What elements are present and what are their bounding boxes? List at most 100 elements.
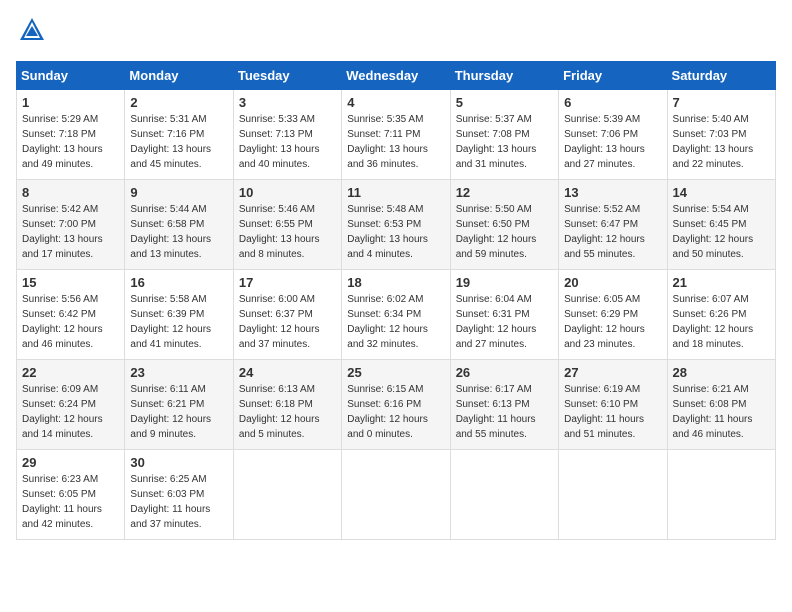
- day-number: 11: [347, 185, 444, 200]
- calendar-cell: 10Sunrise: 5:46 AMSunset: 6:55 PMDayligh…: [233, 180, 341, 270]
- day-number: 15: [22, 275, 119, 290]
- calendar-cell: 16 Sunrise: 5:58 AMSunset: 6:39 PMDayligh…: [125, 270, 233, 360]
- calendar-cell: 25 Sunrise: 6:15 AMSunset: 6:16 PMDayligh…: [342, 360, 450, 450]
- day-info: Sunrise: 6:07 AMSunset: 6:26 PMDaylight:…: [673, 294, 754, 350]
- day-number: 17: [239, 275, 336, 290]
- day-info: Sunrise: 6:05 AMSunset: 6:29 PMDaylight:…: [564, 294, 645, 350]
- day-number: 9: [130, 185, 227, 200]
- day-info: Sunrise: 5:56 AMSunset: 6:42 PMDaylight:…: [22, 294, 103, 350]
- day-number: 25: [347, 365, 444, 380]
- day-info: Sunrise: 6:13 AMSunset: 6:18 PMDaylight:…: [239, 384, 320, 440]
- day-info: Sunrise: 5:58 AMSunset: 6:39 PMDaylight:…: [130, 294, 211, 350]
- day-info: Sunrise: 5:29 AMSunset: 7:18 PMDaylight:…: [22, 114, 103, 170]
- day-number: 4: [347, 95, 444, 110]
- day-number: 16: [130, 275, 227, 290]
- day-number: 3: [239, 95, 336, 110]
- calendar-table: SundayMondayTuesdayWednesdayThursdayFrid…: [16, 61, 776, 540]
- day-info: Sunrise: 6:25 AMSunset: 6:03 PMDaylight:…: [130, 474, 210, 530]
- calendar-cell: 22Sunrise: 6:09 AMSunset: 6:24 PMDayligh…: [17, 360, 125, 450]
- calendar-cell: 30 Sunrise: 6:25 AMSunset: 6:03 PMDayligh…: [125, 450, 233, 540]
- day-info: Sunrise: 5:35 AMSunset: 7:11 PMDaylight:…: [347, 114, 428, 170]
- calendar-cell: 7 Sunrise: 5:40 AMSunset: 7:03 PMDaylight…: [667, 90, 775, 180]
- day-number: 20: [564, 275, 661, 290]
- day-info: Sunrise: 5:44 AMSunset: 6:58 PMDaylight:…: [130, 204, 211, 260]
- day-number: 14: [673, 185, 770, 200]
- day-number: 26: [456, 365, 553, 380]
- day-number: 13: [564, 185, 661, 200]
- calendar-cell: 6 Sunrise: 5:39 AMSunset: 7:06 PMDaylight…: [559, 90, 667, 180]
- calendar-week-row: 1 Sunrise: 5:29 AMSunset: 7:18 PMDaylight…: [17, 90, 776, 180]
- calendar-cell: 2Sunrise: 5:31 AMSunset: 7:16 PMDaylight…: [125, 90, 233, 180]
- day-info: Sunrise: 6:02 AMSunset: 6:34 PMDaylight:…: [347, 294, 428, 350]
- page-header: [16, 16, 776, 49]
- day-number: 12: [456, 185, 553, 200]
- calendar-cell: 27 Sunrise: 6:19 AMSunset: 6:10 PMDayligh…: [559, 360, 667, 450]
- calendar-cell: 13 Sunrise: 5:52 AMSunset: 6:47 PMDayligh…: [559, 180, 667, 270]
- calendar-cell: 26 Sunrise: 6:17 AMSunset: 6:13 PMDayligh…: [450, 360, 558, 450]
- calendar-cell: [450, 450, 558, 540]
- day-number: 7: [673, 95, 770, 110]
- day-info: Sunrise: 5:42 AMSunset: 7:00 PMDaylight:…: [22, 204, 103, 260]
- day-info: Sunrise: 6:19 AMSunset: 6:10 PMDaylight:…: [564, 384, 644, 440]
- day-number: 28: [673, 365, 770, 380]
- day-number: 18: [347, 275, 444, 290]
- day-info: Sunrise: 5:50 AMSunset: 6:50 PMDaylight:…: [456, 204, 537, 260]
- calendar-cell: [233, 450, 341, 540]
- calendar-cell: 15 Sunrise: 5:56 AMSunset: 6:42 PMDayligh…: [17, 270, 125, 360]
- day-number: 5: [456, 95, 553, 110]
- weekday-header-tuesday: Tuesday: [233, 62, 341, 90]
- weekday-header-sunday: Sunday: [17, 62, 125, 90]
- day-number: 29: [22, 455, 119, 470]
- calendar-cell: 24 Sunrise: 6:13 AMSunset: 6:18 PMDayligh…: [233, 360, 341, 450]
- day-info: Sunrise: 5:37 AMSunset: 7:08 PMDaylight:…: [456, 114, 537, 170]
- day-info: Sunrise: 5:54 AMSunset: 6:45 PMDaylight:…: [673, 204, 754, 260]
- calendar-cell: 9 Sunrise: 5:44 AMSunset: 6:58 PMDaylight…: [125, 180, 233, 270]
- calendar-cell: 11 Sunrise: 5:48 AMSunset: 6:53 PMDayligh…: [342, 180, 450, 270]
- weekday-header-friday: Friday: [559, 62, 667, 90]
- calendar-cell: 3 Sunrise: 5:33 AMSunset: 7:13 PMDaylight…: [233, 90, 341, 180]
- day-info: Sunrise: 6:11 AMSunset: 6:21 PMDaylight:…: [130, 384, 211, 440]
- day-info: Sunrise: 5:48 AMSunset: 6:53 PMDaylight:…: [347, 204, 428, 260]
- calendar-week-row: 22Sunrise: 6:09 AMSunset: 6:24 PMDayligh…: [17, 360, 776, 450]
- calendar-cell: 28 Sunrise: 6:21 AMSunset: 6:08 PMDayligh…: [667, 360, 775, 450]
- calendar-cell: 8 Sunrise: 5:42 AMSunset: 7:00 PMDaylight…: [17, 180, 125, 270]
- day-number: 23: [130, 365, 227, 380]
- logo-icon: [18, 16, 46, 44]
- day-info: Sunrise: 6:00 AMSunset: 6:37 PMDaylight:…: [239, 294, 320, 350]
- day-number: 24: [239, 365, 336, 380]
- day-number: 21: [673, 275, 770, 290]
- calendar-cell: [667, 450, 775, 540]
- weekday-header-wednesday: Wednesday: [342, 62, 450, 90]
- day-number: 1: [22, 95, 119, 110]
- day-number: 30: [130, 455, 227, 470]
- calendar-cell: 5 Sunrise: 5:37 AMSunset: 7:08 PMDaylight…: [450, 90, 558, 180]
- calendar-week-row: 15 Sunrise: 5:56 AMSunset: 6:42 PMDayligh…: [17, 270, 776, 360]
- calendar-cell: [559, 450, 667, 540]
- day-info: Sunrise: 6:15 AMSunset: 6:16 PMDaylight:…: [347, 384, 428, 440]
- day-info: Sunrise: 5:33 AMSunset: 7:13 PMDaylight:…: [239, 114, 320, 170]
- calendar-cell: 17 Sunrise: 6:00 AMSunset: 6:37 PMDayligh…: [233, 270, 341, 360]
- weekday-header-saturday: Saturday: [667, 62, 775, 90]
- calendar-cell: 18 Sunrise: 6:02 AMSunset: 6:34 PMDayligh…: [342, 270, 450, 360]
- calendar-cell: 4 Sunrise: 5:35 AMSunset: 7:11 PMDaylight…: [342, 90, 450, 180]
- calendar-cell: [342, 450, 450, 540]
- calendar-cell: 19 Sunrise: 6:04 AMSunset: 6:31 PMDayligh…: [450, 270, 558, 360]
- day-info: Sunrise: 5:40 AMSunset: 7:03 PMDaylight:…: [673, 114, 754, 170]
- day-info: Sunrise: 6:21 AMSunset: 6:08 PMDaylight:…: [673, 384, 753, 440]
- day-number: 6: [564, 95, 661, 110]
- logo: [16, 16, 46, 49]
- day-info: Sunrise: 5:39 AMSunset: 7:06 PMDaylight:…: [564, 114, 645, 170]
- day-info: Sunrise: 5:52 AMSunset: 6:47 PMDaylight:…: [564, 204, 645, 260]
- weekday-header-thursday: Thursday: [450, 62, 558, 90]
- day-number: 8: [22, 185, 119, 200]
- day-info: Sunrise: 5:46 AMSunset: 6:55 PMDaylight:…: [239, 204, 320, 260]
- calendar-cell: 20 Sunrise: 6:05 AMSunset: 6:29 PMDayligh…: [559, 270, 667, 360]
- calendar-cell: 21 Sunrise: 6:07 AMSunset: 6:26 PMDayligh…: [667, 270, 775, 360]
- day-number: 27: [564, 365, 661, 380]
- day-info: Sunrise: 5:31 AMSunset: 7:16 PMDaylight:…: [130, 114, 211, 170]
- calendar-cell: 12 Sunrise: 5:50 AMSunset: 6:50 PMDayligh…: [450, 180, 558, 270]
- day-number: 19: [456, 275, 553, 290]
- calendar-week-row: 29Sunrise: 6:23 AMSunset: 6:05 PMDayligh…: [17, 450, 776, 540]
- day-info: Sunrise: 6:04 AMSunset: 6:31 PMDaylight:…: [456, 294, 537, 350]
- day-info: Sunrise: 6:17 AMSunset: 6:13 PMDaylight:…: [456, 384, 536, 440]
